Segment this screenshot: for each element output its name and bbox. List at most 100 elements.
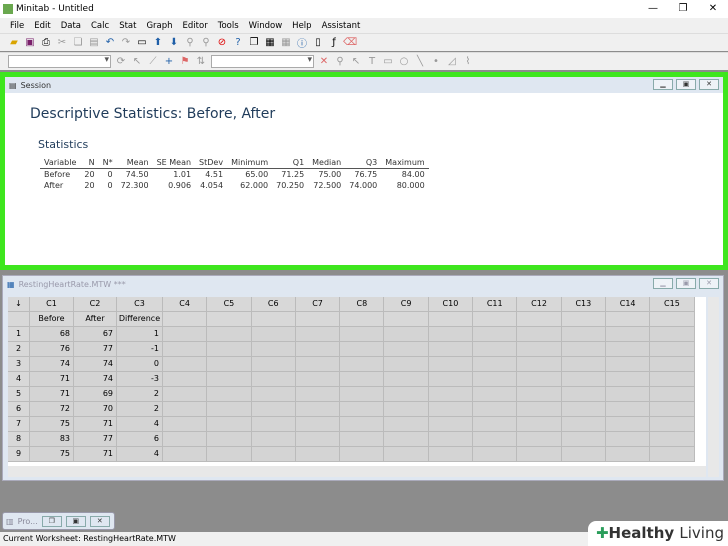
worksheet-grid[interactable]: ↓ C1 C2 C3 C4 C5 C6 C7 C8 C9 C10 C11 C12 C13 C14 C15 Bef…: [8, 297, 706, 466]
column-name-cell[interactable]: [473, 312, 518, 327]
row-number[interactable]: 9: [8, 447, 30, 462]
column-id[interactable]: C8: [340, 297, 385, 312]
empty-cell[interactable]: [384, 402, 429, 417]
empty-cell[interactable]: [473, 402, 518, 417]
empty-cell[interactable]: [207, 372, 252, 387]
column-id[interactable]: C10: [428, 297, 474, 312]
empty-cell[interactable]: [605, 417, 651, 432]
empty-cell[interactable]: [340, 357, 385, 372]
data-cell[interactable]: 74: [74, 357, 117, 372]
corner-cell[interactable]: ↓: [8, 297, 30, 312]
help-icon[interactable]: ?: [232, 37, 244, 49]
column-name-cell[interactable]: [340, 312, 385, 327]
column-id[interactable]: C6: [251, 297, 296, 312]
swap-icon[interactable]: ⇅: [195, 56, 207, 68]
empty-cell[interactable]: [251, 327, 296, 342]
column-id[interactable]: C4: [163, 297, 208, 312]
data-cell[interactable]: 72: [30, 402, 74, 417]
column-id[interactable]: C3: [117, 297, 163, 312]
find-next-icon[interactable]: ⚲: [200, 37, 212, 49]
column-name-cell[interactable]: Before: [30, 312, 74, 327]
data-cell[interactable]: 74: [74, 372, 117, 387]
empty-cell[interactable]: [251, 342, 296, 357]
empty-cell[interactable]: [340, 432, 385, 447]
empty-cell[interactable]: [251, 432, 296, 447]
column-name-cell[interactable]: After: [74, 312, 117, 327]
data-cell[interactable]: 4: [117, 417, 163, 432]
restore-button[interactable]: ❐: [668, 0, 698, 18]
save-icon[interactable]: ▣: [24, 37, 36, 49]
empty-cell[interactable]: [605, 327, 651, 342]
session-icon[interactable]: ❐: [248, 37, 260, 49]
menu-editor[interactable]: Editor: [183, 21, 208, 31]
up-arrow-icon[interactable]: ⬆: [152, 37, 164, 49]
data-cell[interactable]: 68: [30, 327, 74, 342]
row-number[interactable]: 7: [8, 417, 30, 432]
row-number[interactable]: 4: [8, 372, 30, 387]
column-name-cell[interactable]: [428, 312, 474, 327]
menu-calc[interactable]: Calc: [91, 21, 109, 31]
empty-cell[interactable]: [561, 372, 606, 387]
empty-cell[interactable]: [207, 417, 252, 432]
find-icon[interactable]: ⚲: [184, 37, 196, 49]
empty-cell[interactable]: [384, 387, 429, 402]
data-cell[interactable]: 77: [74, 342, 117, 357]
empty-cell[interactable]: [473, 387, 518, 402]
down-arrow-icon[interactable]: ⬇: [168, 37, 180, 49]
mini-maximize-button[interactable]: ▣: [65, 515, 86, 527]
empty-cell[interactable]: [251, 417, 296, 432]
empty-cell[interactable]: [650, 372, 695, 387]
graph-select[interactable]: [8, 55, 111, 68]
empty-cell[interactable]: [428, 342, 474, 357]
empty-cell[interactable]: [473, 417, 518, 432]
text-icon[interactable]: T: [366, 56, 378, 68]
print-icon[interactable]: ⎙: [40, 37, 52, 49]
refresh-icon[interactable]: ⟳: [115, 56, 127, 68]
empty-cell[interactable]: [517, 432, 562, 447]
data-cell[interactable]: 71: [30, 387, 74, 402]
zoom-icon[interactable]: ⚲: [334, 56, 346, 68]
empty-cell[interactable]: [650, 402, 695, 417]
worksheet-close-button[interactable]: ✕: [699, 278, 719, 289]
column-id[interactable]: C5: [207, 297, 252, 312]
data-cell[interactable]: 69: [74, 387, 117, 402]
empty-cell[interactable]: [251, 387, 296, 402]
empty-cell[interactable]: [163, 357, 208, 372]
menu-stat[interactable]: Stat: [119, 21, 136, 31]
column-name-cell[interactable]: [251, 312, 296, 327]
row-number[interactable]: 1: [8, 327, 30, 342]
cut-icon[interactable]: ✂: [56, 37, 68, 49]
empty-cell[interactable]: [561, 327, 606, 342]
empty-cell[interactable]: [384, 447, 429, 462]
column-id[interactable]: C2: [74, 297, 117, 312]
empty-cell[interactable]: [340, 417, 385, 432]
empty-cell[interactable]: [605, 372, 651, 387]
empty-cell[interactable]: [207, 387, 252, 402]
data-cell[interactable]: 4: [117, 447, 163, 462]
column-id[interactable]: C13: [561, 297, 606, 312]
empty-cell[interactable]: [295, 447, 341, 462]
empty-cell[interactable]: [428, 372, 474, 387]
empty-cell[interactable]: [428, 447, 474, 462]
flag-icon[interactable]: ⚑: [179, 56, 191, 68]
empty-cell[interactable]: [428, 432, 474, 447]
empty-cell[interactable]: [561, 387, 606, 402]
empty-cell[interactable]: [251, 372, 296, 387]
row-number[interactable]: 6: [8, 402, 30, 417]
data-cell[interactable]: 76: [30, 342, 74, 357]
empty-cell[interactable]: [473, 327, 518, 342]
empty-cell[interactable]: [384, 327, 429, 342]
worksheet-minimize-button[interactable]: ▁: [653, 278, 673, 289]
empty-cell[interactable]: [384, 342, 429, 357]
empty-cell[interactable]: [163, 327, 208, 342]
empty-cell[interactable]: [605, 387, 651, 402]
empty-cell[interactable]: [340, 402, 385, 417]
empty-cell[interactable]: [295, 387, 341, 402]
window-icon[interactable]: ▭: [136, 37, 148, 49]
empty-cell[interactable]: [428, 357, 474, 372]
vertical-scrollbar[interactable]: [708, 297, 719, 477]
empty-cell[interactable]: [340, 372, 385, 387]
empty-cell[interactable]: [473, 447, 518, 462]
column-id[interactable]: C12: [517, 297, 562, 312]
empty-cell[interactable]: [340, 447, 385, 462]
